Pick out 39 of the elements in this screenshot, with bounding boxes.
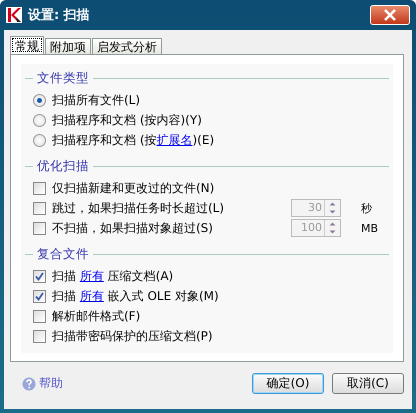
option-label: 扫描 所有 压缩文档(A)	[52, 268, 174, 284]
checkbox[interactable]	[33, 310, 46, 322]
dialog-button[interactable]: 取消(C)	[332, 373, 404, 394]
option-label: 不扫描，如果扫描对象超过(S)	[52, 220, 214, 236]
tab[interactable]: 常规	[10, 36, 44, 54]
radio-button[interactable]	[33, 134, 46, 146]
checkbox[interactable]	[33, 290, 46, 302]
checkbox[interactable]	[33, 202, 46, 214]
radio-button[interactable]	[33, 114, 46, 126]
radio-button[interactable]	[33, 94, 46, 106]
tab[interactable]: 附加项	[45, 38, 91, 54]
option-label: 扫描程序和文档 (按内容)(Y)	[52, 112, 203, 128]
checkbox[interactable]	[33, 182, 46, 194]
option-link[interactable]: 所有	[80, 268, 104, 282]
option-label: 仅扫描新建和更改过的文件(N)	[52, 180, 216, 196]
group-title: 文件类型	[37, 70, 89, 87]
tab[interactable]: 启发式分析	[92, 38, 162, 54]
option-label: 跳过，如果扫描任务时长超过(L)	[52, 200, 226, 216]
window-title: 设置: 扫描	[28, 7, 91, 24]
group-title: 复合文件	[37, 246, 89, 263]
option-label: 解析邮件格式(F)	[52, 308, 142, 324]
checkbox[interactable]	[33, 330, 46, 342]
help-link[interactable]: 帮助	[39, 375, 63, 392]
checkbox[interactable]	[33, 222, 46, 234]
option-label: 扫描所有文件(L)	[52, 92, 142, 108]
help-icon	[22, 376, 36, 390]
checkbox[interactable]	[33, 270, 46, 282]
option-label: 扫描带密码保护的压缩文档(P)	[52, 328, 214, 344]
unit-label: MB	[361, 222, 380, 234]
unit-label: 秒	[361, 200, 373, 216]
option-link[interactable]: 所有	[80, 288, 104, 302]
group-title: 优化扫描	[37, 158, 89, 175]
app-logo-icon	[6, 7, 22, 23]
dialog-button[interactable]: 确定(O)	[252, 373, 324, 394]
option-label: 扫描 所有 嵌入式 OLE 对象(M)	[52, 288, 220, 304]
close-icon	[383, 9, 397, 21]
close-button[interactable]	[370, 5, 410, 25]
option-link[interactable]: 扩展名	[156, 132, 192, 146]
option-label: 扫描程序和文档 (按扩展名)(E)	[52, 132, 216, 148]
